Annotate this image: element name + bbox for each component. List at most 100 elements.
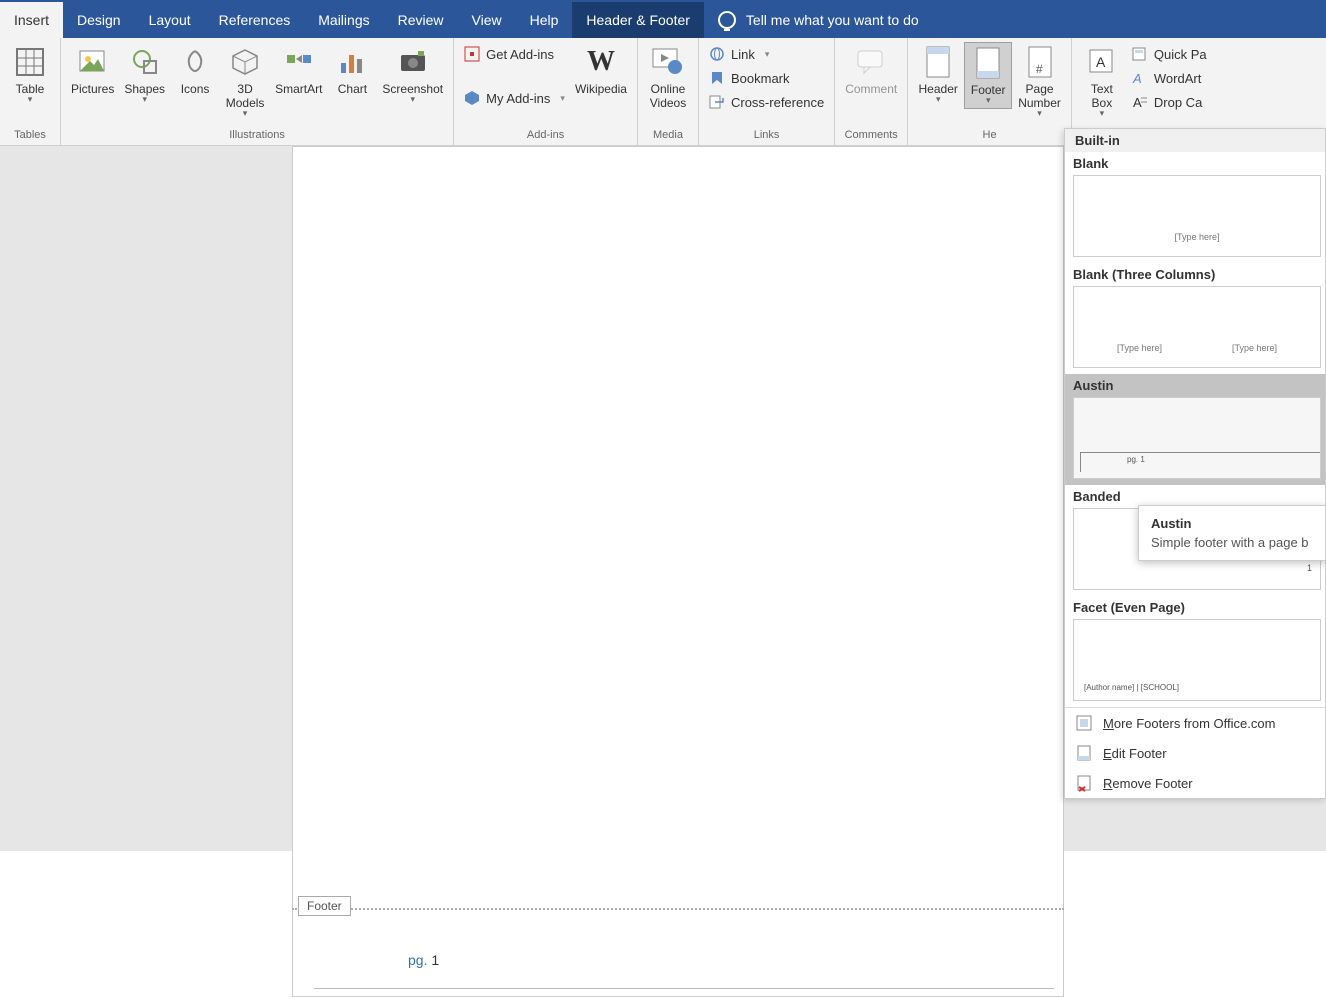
gallery-item-austin[interactable]: Austin pg. 1 <box>1065 374 1325 485</box>
gallery-preview-facet: [Author name] | [SCHOOL] <box>1073 619 1321 701</box>
chart-icon <box>337 47 367 77</box>
tooltip-austin: Austin Simple footer with a page b <box>1138 505 1326 561</box>
gallery-preview-blank: [Type here] <box>1073 175 1321 257</box>
gallery-item-three-columns[interactable]: Blank (Three Columns) [Type here] [Type … <box>1065 263 1325 374</box>
store-icon <box>464 46 480 62</box>
more-footers-office[interactable]: More Footers from Office.com <box>1065 708 1325 738</box>
gallery-item-title: Austin <box>1069 376 1321 397</box>
svg-text:A: A <box>1133 95 1142 110</box>
table-icon <box>14 46 46 78</box>
comment-button[interactable]: Comment <box>841 42 901 98</box>
group-label-comments: Comments <box>841 127 901 145</box>
group-media: Online Videos Media <box>638 38 699 145</box>
get-addins-button[interactable]: Get Add-ins <box>460 44 569 64</box>
group-label-tables: Tables <box>6 127 54 145</box>
group-label-addins: Add-ins <box>460 127 631 145</box>
page-number-icon: # <box>1026 45 1054 79</box>
group-addins: Get Add-ins My Add-ins ▾ W Wikipedia Add… <box>454 38 638 145</box>
office-icon <box>1075 714 1093 732</box>
group-illustrations: Pictures Shapes▾ Icons 3D Models▾ SmartA… <box>61 38 454 145</box>
tell-me-placeholder: Tell me what you want to do <box>746 12 919 28</box>
tell-me-search[interactable]: Tell me what you want to do <box>704 2 1326 38</box>
tab-insert[interactable]: Insert <box>0 2 63 38</box>
wordart-icon: A <box>1132 70 1148 86</box>
gallery-item-title: Blank <box>1069 154 1321 175</box>
edit-footer-icon <box>1075 744 1093 762</box>
icons-icon <box>180 47 210 77</box>
pictures-button[interactable]: Pictures <box>67 42 118 98</box>
pg-num: 1 <box>431 952 439 968</box>
group-comments: Comment Comments <box>835 38 908 145</box>
tab-references[interactable]: References <box>205 2 305 38</box>
3d-models-button[interactable]: 3D Models▾ <box>221 42 269 121</box>
group-label-media: Media <box>644 127 692 145</box>
shapes-button[interactable]: Shapes▾ <box>120 42 169 107</box>
group-label-hf: He <box>914 127 1065 145</box>
quick-parts-button[interactable]: Quick Pa <box>1128 44 1211 64</box>
screenshot-button[interactable]: Screenshot▾ <box>378 42 447 107</box>
footer-page-line[interactable]: pg. 1 <box>408 952 439 968</box>
tooltip-title: Austin <box>1151 516 1313 531</box>
video-icon <box>651 45 685 79</box>
pg-label: pg. <box>408 952 431 968</box>
bookmark-button[interactable]: Bookmark <box>705 68 828 88</box>
gallery-heading-builtin: Built-in <box>1065 129 1325 152</box>
tab-view[interactable]: View <box>458 2 516 38</box>
smartart-icon <box>284 47 314 77</box>
text-box-button[interactable]: A Text Box▾ <box>1078 42 1126 121</box>
cross-reference-button[interactable]: Cross-reference <box>705 92 828 112</box>
link-button[interactable]: Link ▾ <box>705 44 828 64</box>
footer-tag: Footer <box>298 896 351 916</box>
tab-mailings[interactable]: Mailings <box>304 2 383 38</box>
group-links: Link ▾ Bookmark Cross-reference Links <box>699 38 835 145</box>
wordart-button[interactable]: A WordArt <box>1128 68 1211 88</box>
link-icon <box>709 46 725 62</box>
pictures-icon <box>78 47 108 77</box>
group-header-footer: Header▾ Footer▾ # Page Number▾ He <box>908 38 1072 145</box>
footer-gallery: Built-in Blank [Type here] Blank (Three … <box>1064 128 1326 799</box>
gallery-preview-three-columns: [Type here] [Type here] <box>1073 286 1321 368</box>
group-tables: Table ▾ Tables <box>0 38 61 145</box>
document-page[interactable] <box>292 146 1064 997</box>
remove-footer-icon <box>1075 774 1093 792</box>
gallery-item-blank[interactable]: Blank [Type here] <box>1065 152 1325 263</box>
gallery-item-title: Blank (Three Columns) <box>1069 265 1321 286</box>
tab-header-footer[interactable]: Header & Footer <box>572 2 704 38</box>
ribbon-tabs: Insert Design Layout References Mailings… <box>0 2 1326 38</box>
gallery-item-title: Facet (Even Page) <box>1069 598 1321 619</box>
my-addins-button[interactable]: My Add-ins ▾ <box>460 88 569 108</box>
tab-help[interactable]: Help <box>516 2 573 38</box>
svg-text:#: # <box>1036 62 1043 76</box>
smartart-button[interactable]: SmartArt <box>271 42 326 98</box>
page-number-button[interactable]: # Page Number▾ <box>1014 42 1065 121</box>
gallery-footer-options: More Footers from Office.com Edit Footer… <box>1065 707 1325 798</box>
camera-icon <box>398 47 428 77</box>
drop-cap-button[interactable]: A Drop Ca <box>1128 92 1211 112</box>
tab-review[interactable]: Review <box>384 2 458 38</box>
drop-cap-icon: A <box>1132 94 1148 110</box>
header-icon <box>924 45 952 79</box>
comment-icon <box>854 45 888 79</box>
table-button[interactable]: Table ▾ <box>6 42 54 107</box>
footer-button[interactable]: Footer▾ <box>964 42 1012 109</box>
wikipedia-icon: W <box>587 46 615 78</box>
wikipedia-button[interactable]: W Wikipedia <box>571 42 631 98</box>
gallery-preview-austin: pg. 1 <box>1073 397 1321 479</box>
icons-button[interactable]: Icons <box>171 42 219 98</box>
tooltip-body: Simple footer with a page b <box>1151 535 1313 550</box>
text-box-icon: A <box>1088 48 1116 76</box>
chart-button[interactable]: Chart <box>328 42 376 98</box>
quick-parts-icon <box>1132 46 1148 62</box>
online-videos-button[interactable]: Online Videos <box>644 42 692 112</box>
bookmark-icon <box>709 70 725 86</box>
tab-layout[interactable]: Layout <box>135 2 205 38</box>
header-button[interactable]: Header▾ <box>914 42 962 107</box>
gallery-item-facet[interactable]: Facet (Even Page) [Author name] | [SCHOO… <box>1065 596 1325 707</box>
footer-boundary <box>292 908 1064 910</box>
remove-footer[interactable]: Remove Footer <box>1065 768 1325 798</box>
tab-design[interactable]: Design <box>63 2 135 38</box>
xref-icon <box>709 94 725 110</box>
addins-icon <box>464 90 480 106</box>
group-label-links: Links <box>705 127 828 145</box>
edit-footer[interactable]: Edit Footer <box>1065 738 1325 768</box>
